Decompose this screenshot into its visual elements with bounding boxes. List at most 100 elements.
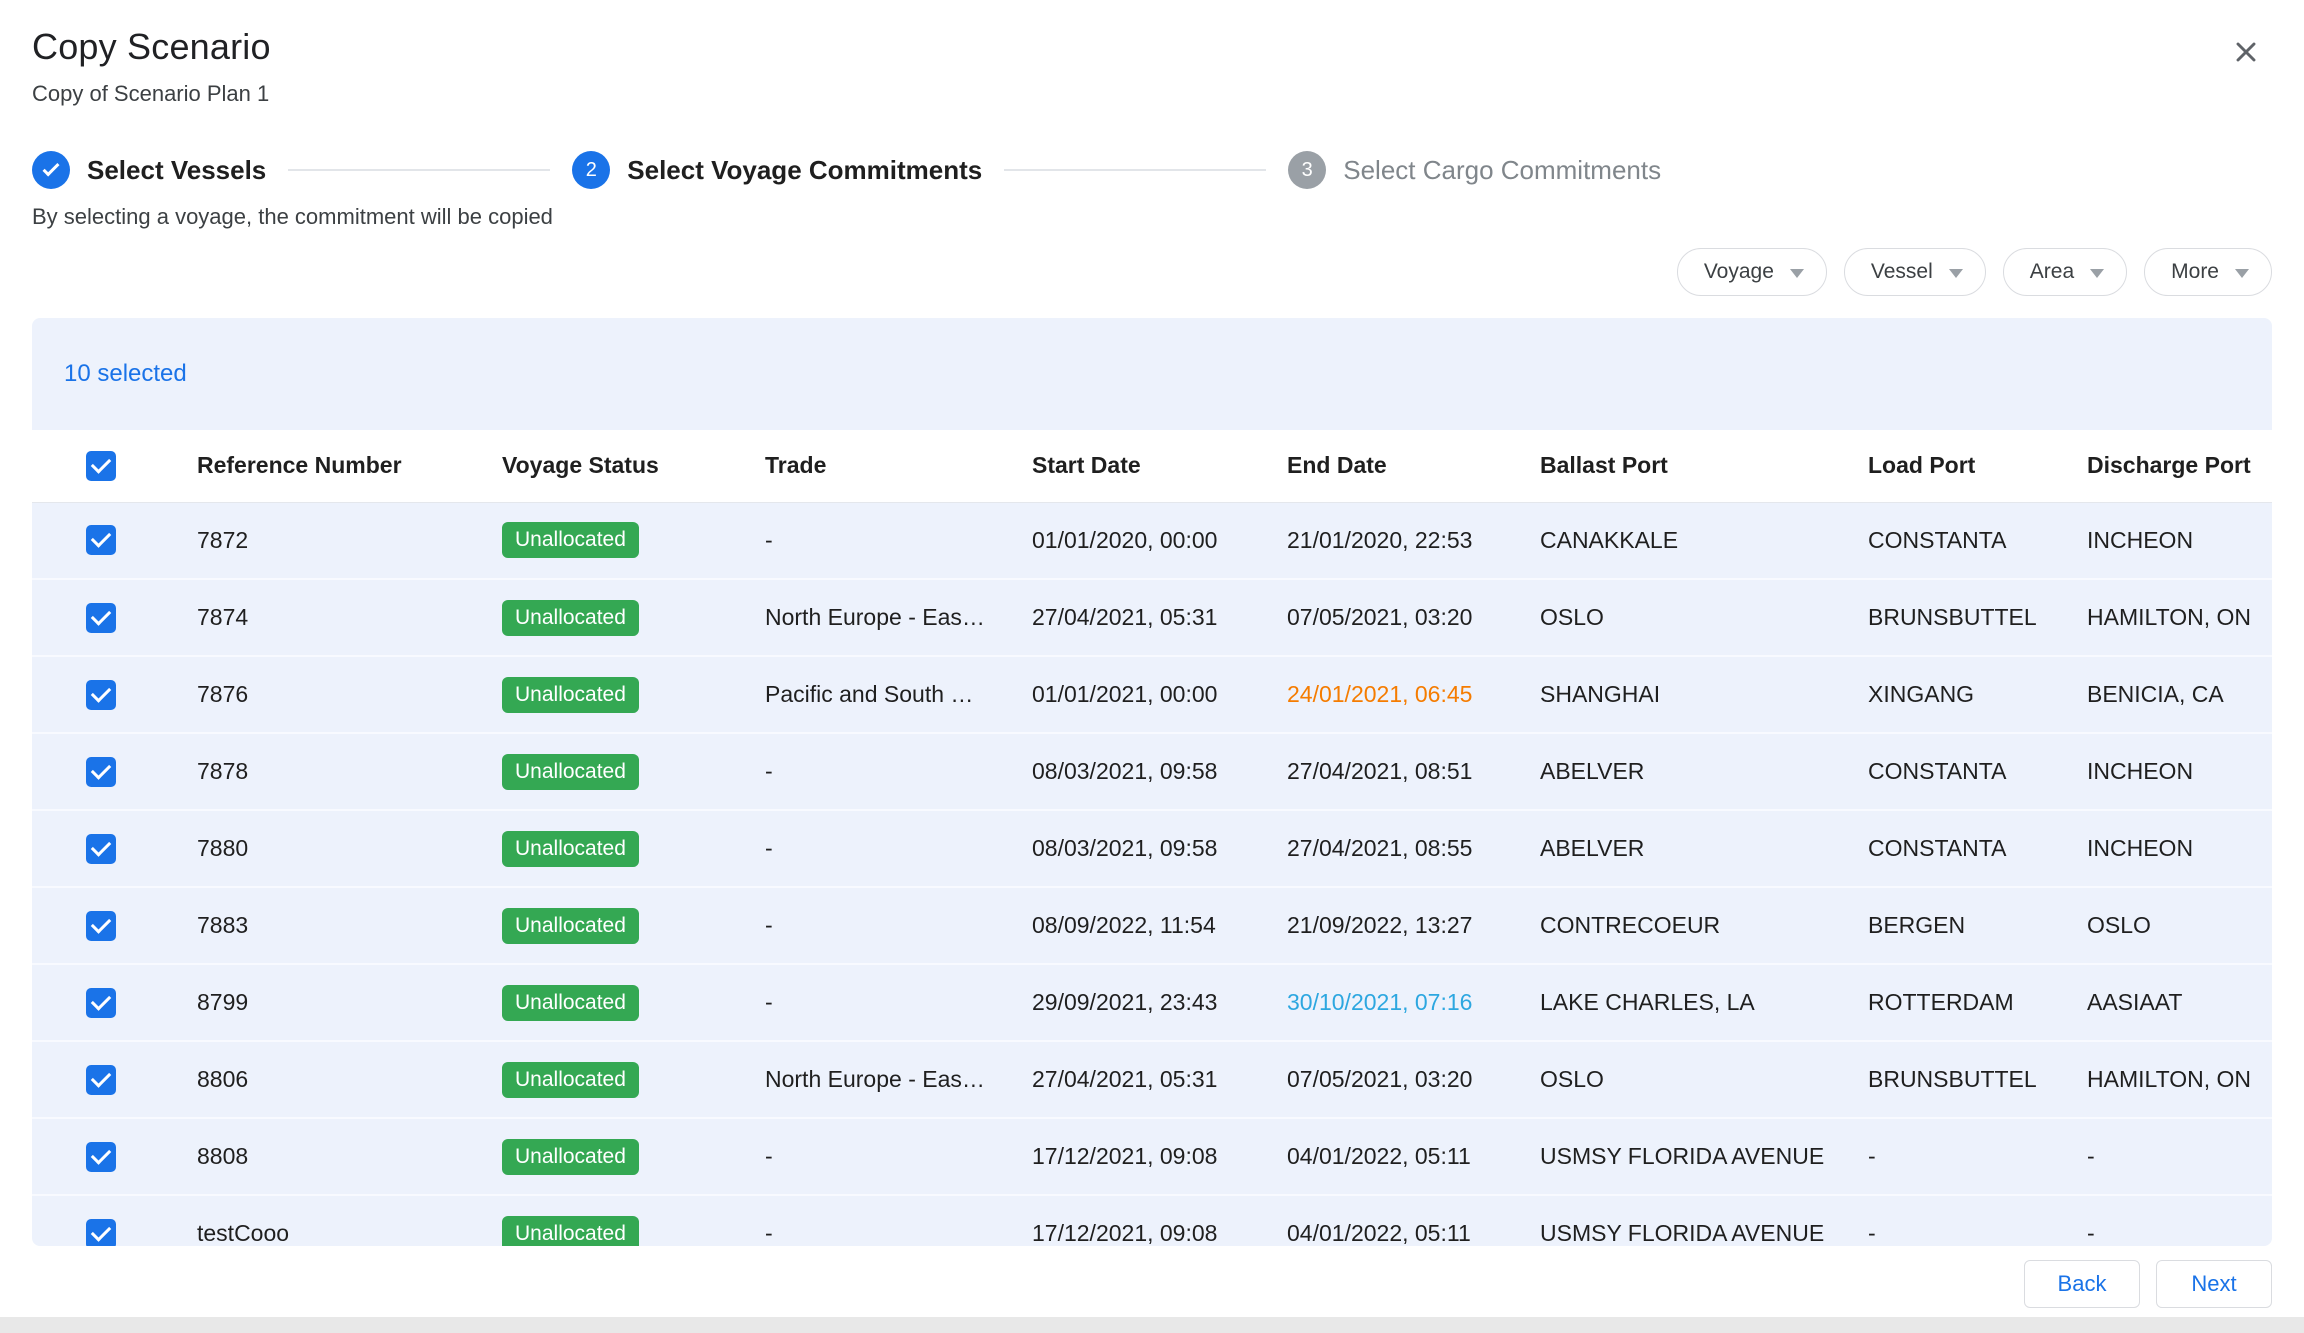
cell-load-port: CONSTANTA [1868,733,2087,810]
col-ballast-port: Ballast Port [1540,430,1868,502]
row-checkbox-cell [32,579,197,656]
row-checkbox-cell [32,964,197,1041]
cell-load-port: CONSTANTA [1868,502,2087,579]
cell-ballast-port: LAKE CHARLES, LA [1540,964,1868,1041]
table-row[interactable]: 7883Unallocated-08/09/2022, 11:5421/09/2… [32,887,2272,964]
cell-ballast-port: USMSY FLORIDA AVENUE [1540,1195,1868,1246]
cell-load-port: XINGANG [1868,656,2087,733]
back-button[interactable]: Back [2024,1260,2140,1308]
row-checkbox-cell [32,502,197,579]
step-2-indicator: 2 [572,151,610,189]
filter-label: Voyage [1704,260,1774,284]
stepper-connector [1004,169,1266,171]
row-checkbox[interactable] [86,1065,116,1095]
cell-start-date: 01/01/2020, 00:00 [1032,502,1287,579]
status-badge: Unallocated [502,831,639,867]
voyage-commitments-table-card: 10 selected Reference Number Voyage Stat… [32,318,2272,1246]
col-load-port: Load Port [1868,430,2087,502]
cell-trade: Pacific and South … [765,656,1032,733]
row-checkbox[interactable] [86,1142,116,1172]
table-row[interactable]: 7874UnallocatedNorth Europe - Eas…27/04/… [32,579,2272,656]
table-body: 7872Unallocated-01/01/2020, 00:0021/01/2… [32,502,2272,1246]
more-filter-button[interactable]: More [2144,248,2272,296]
table-row[interactable]: 7876Unallocated Pacific and South …01/01/… [32,656,2272,733]
table-row[interactable]: 8799Unallocated-29/09/2021, 23:4330/10/2… [32,964,2272,1041]
chevron-down-icon [2235,269,2249,278]
status-badge: Unallocated [502,600,639,636]
cell-trade: - [765,810,1032,887]
modal-subtitle: Copy of Scenario Plan 1 [32,81,271,107]
step-label: Select Vessels [87,155,266,186]
cell-load-port: BRUNSBUTTEL [1868,1041,2087,1118]
table-row[interactable]: 7878Unallocated-08/03/2021, 09:5827/04/2… [32,733,2272,810]
cell-discharge-port: INCHEON [2087,502,2272,579]
voyage-filter-button[interactable]: Voyage [1677,248,1827,296]
col-discharge-port: Discharge Port [2087,430,2272,502]
cell-start-date: 17/12/2021, 09:08 [1032,1118,1287,1195]
cell-ballast-port: ABELVER [1540,733,1868,810]
step-3-indicator: 3 [1288,151,1326,189]
cell-reference-number: 7883 [197,887,502,964]
row-checkbox[interactable] [86,988,116,1018]
select-all-checkbox[interactable] [86,451,116,481]
row-checkbox[interactable] [86,1219,116,1247]
step-select-voyage-commitments[interactable]: 2 Select Voyage Commitments [572,151,982,189]
row-checkbox[interactable] [86,834,116,864]
cell-start-date: 01/01/2021, 00:00 [1032,656,1287,733]
cell-end-date: 04/01/2022, 05:11 [1287,1195,1540,1246]
area-filter-button[interactable]: Area [2003,248,2127,296]
cell-discharge-port: - [2087,1118,2272,1195]
cell-end-date: 07/05/2021, 03:20 [1287,1041,1540,1118]
copy-scenario-modal: Copy Scenario Copy of Scenario Plan 1 Se… [0,0,2304,1333]
col-start-date: Start Date [1032,430,1287,502]
cell-load-port: BERGEN [1868,887,2087,964]
row-checkbox-cell [32,733,197,810]
status-badge: Unallocated [502,985,639,1021]
cell-start-date: 08/03/2021, 09:58 [1032,733,1287,810]
cell-reference-number: 7876 [197,656,502,733]
cell-trade: North Europe - Eas… [765,1041,1032,1118]
cell-trade: - [765,964,1032,1041]
cell-reference-number: 7874 [197,579,502,656]
row-checkbox[interactable] [86,911,116,941]
cell-ballast-port: ABELVER [1540,810,1868,887]
cell-reference-number: 7878 [197,733,502,810]
next-button[interactable]: Next [2156,1260,2272,1308]
table-row[interactable]: 8806UnallocatedNorth Europe - Eas…27/04/… [32,1041,2272,1118]
table-row[interactable]: 7872Unallocated-01/01/2020, 00:0021/01/2… [32,502,2272,579]
col-end-date: End Date [1287,430,1540,502]
row-checkbox[interactable] [86,525,116,555]
cell-end-date: 04/01/2022, 05:11 [1287,1118,1540,1195]
close-icon [2230,56,2262,71]
title-block: Copy Scenario Copy of Scenario Plan 1 [32,26,271,107]
cell-load-port: - [1868,1118,2087,1195]
status-badge: Unallocated [502,1216,639,1247]
cell-end-date: 21/09/2022, 13:27 [1287,887,1540,964]
table-row[interactable]: 8808Unallocated-17/12/2021, 09:0804/01/2… [32,1118,2272,1195]
row-checkbox-cell [32,887,197,964]
cell-load-port: BRUNSBUTTEL [1868,579,2087,656]
cell-voyage-status: Unallocated [502,656,765,733]
row-checkbox[interactable] [86,680,116,710]
cell-discharge-port: - [2087,1195,2272,1246]
cell-discharge-port: INCHEON [2087,810,2272,887]
step-description: By selecting a voyage, the commitment wi… [0,204,2304,230]
cell-voyage-status: Unallocated [502,579,765,656]
filter-label: Area [2030,260,2074,284]
cell-end-date: 24/01/2021, 06:45 [1287,656,1540,733]
close-button[interactable] [2224,30,2268,74]
vessel-filter-button[interactable]: Vessel [1844,248,1986,296]
status-badge: Unallocated [502,908,639,944]
cell-start-date: 27/04/2021, 05:31 [1032,579,1287,656]
cell-trade: - [765,887,1032,964]
row-checkbox[interactable] [86,757,116,787]
step-select-vessels[interactable]: Select Vessels [32,151,266,189]
table-row[interactable]: testCoooUnallocated-17/12/2021, 09:0804/… [32,1195,2272,1246]
row-checkbox[interactable] [86,603,116,633]
step-select-cargo-commitments[interactable]: 3 Select Cargo Commitments [1288,151,1661,189]
cell-discharge-port: BENICIA, CA [2087,656,2272,733]
cell-ballast-port: CANAKKALE [1540,502,1868,579]
cell-discharge-port: INCHEON [2087,733,2272,810]
status-badge: Unallocated [502,677,639,713]
table-row[interactable]: 7880Unallocated-08/03/2021, 09:5827/04/2… [32,810,2272,887]
